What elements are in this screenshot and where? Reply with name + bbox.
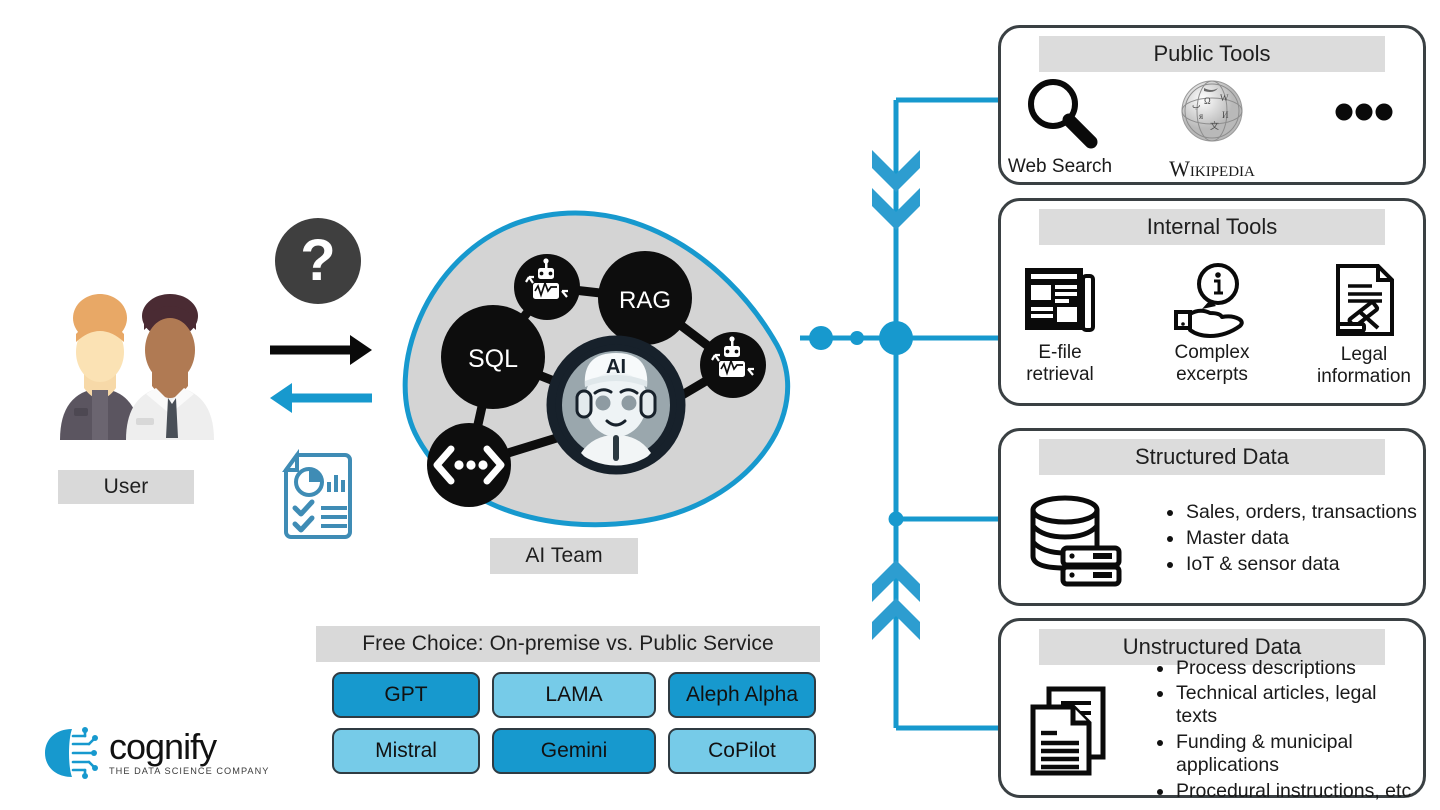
panel-body-structured-data: Sales, orders, transactions Master data Io… bbox=[1001, 483, 1423, 597]
report-document-icon bbox=[282, 448, 352, 539]
wikipedia-globe-icon: ΩWя И文ب bbox=[1174, 74, 1250, 150]
bullet-item: Sales, orders, transactions bbox=[1167, 501, 1417, 524]
tool-e-file-retrieval[interactable]: E-file retrieval bbox=[1001, 262, 1119, 386]
cognify-logo: cognify THE DATA SCIENCE COMPANY bbox=[42, 726, 269, 780]
arrow-left-icon bbox=[270, 383, 372, 413]
tool-web-search[interactable]: Web Search bbox=[1001, 74, 1119, 178]
bullet-item: Process descriptions bbox=[1157, 657, 1423, 680]
svg-text:я: я bbox=[1199, 111, 1203, 121]
ai-team-blob: SQL RAG AI bbox=[402, 210, 790, 528]
panel-body-unstructured-data: Process descriptions Technical articles, … bbox=[1001, 657, 1423, 802]
two-users-avatar bbox=[60, 294, 214, 440]
tool-legal-information[interactable]: Legal information bbox=[1305, 262, 1423, 388]
tool-label: Legal information bbox=[1317, 344, 1411, 387]
svg-text:Ω: Ω bbox=[1204, 96, 1211, 106]
tool-row: Web Search Ω Wя И 文 ب Wikipedia bbox=[1001, 74, 1423, 181]
tool-wikipedia[interactable]: Ω Wя И 文 ب Wikipedia bbox=[1153, 74, 1271, 181]
logo-wordmark: cognify bbox=[109, 726, 217, 768]
flow-arrow-down bbox=[872, 150, 920, 230]
connector-dot-small bbox=[850, 331, 864, 345]
connector-dot-large bbox=[809, 326, 833, 350]
tool-label: E-file retrieval bbox=[1026, 342, 1094, 385]
model-option-gpt[interactable]: GPT bbox=[332, 672, 480, 718]
magnifier-icon bbox=[1022, 74, 1098, 150]
bullet-item: Master data bbox=[1167, 527, 1417, 550]
panel-title-structured-data: Structured Data bbox=[1038, 439, 1386, 475]
panel-title-public-tools: Public Tools bbox=[1038, 36, 1386, 72]
model-option-copilot[interactable]: CoPilot bbox=[668, 728, 816, 774]
data-row: Process descriptions Technical articles, … bbox=[1001, 657, 1423, 806]
model-option-lama[interactable]: LAMA bbox=[492, 672, 656, 718]
svg-text:RAG: RAG bbox=[619, 287, 671, 314]
svg-text:?: ? bbox=[300, 228, 335, 293]
bullet-list: Sales, orders, transactions Master data Io… bbox=[1147, 501, 1417, 578]
svg-text:И: И bbox=[1222, 110, 1229, 120]
model-choice-options: GPT LAMA Aleph Alpha Mistral Gemini CoPilot bbox=[332, 672, 816, 774]
database-server-icon bbox=[1027, 494, 1123, 587]
bullet-item: Technical articles, legal texts bbox=[1157, 682, 1423, 728]
tool-more[interactable] bbox=[1305, 74, 1423, 150]
model-option-aleph-alpha[interactable]: Aleph Alpha bbox=[668, 672, 816, 718]
tool-complex-excerpts[interactable]: Complex excerpts bbox=[1153, 262, 1271, 386]
panel-unstructured-data[interactable]: Unstructured Data Process descriptions Tec… bbox=[998, 618, 1426, 802]
panel-internal-tools[interactable]: Internal Tools E-file retrieval Complex ex… bbox=[998, 198, 1426, 406]
model-choice-header: Free Choice: On-premise vs. Public Servi… bbox=[316, 626, 820, 662]
legal-document-gavel-icon bbox=[1326, 262, 1402, 338]
ai-agent-avatar: AI bbox=[546, 335, 686, 475]
panel-title-internal-tools: Internal Tools bbox=[1038, 209, 1386, 245]
panel-body-public-tools: Web Search Ω Wя И 文 ب Wikipedia bbox=[1001, 79, 1423, 181]
flow-arrow-up bbox=[872, 560, 920, 640]
brain-circuit-icon bbox=[45, 727, 98, 779]
newspaper-icon bbox=[1021, 262, 1099, 336]
bullet-item: Funding & municipal applications bbox=[1157, 731, 1423, 777]
question-mark-icon: ? bbox=[275, 218, 361, 304]
panel-public-tools[interactable]: Public Tools Web Search Ω Wя И 文 ب Wikipedia bbox=[998, 25, 1426, 185]
model-option-gemini[interactable]: Gemini bbox=[492, 728, 656, 774]
documents-stack-icon bbox=[1027, 685, 1113, 777]
diagram-canvas: User ? SQL RAG AI AI Team Free Choice: O… bbox=[0, 0, 1440, 810]
tool-label: Complex excerpts bbox=[1174, 342, 1250, 385]
arrow-right-icon bbox=[270, 335, 372, 365]
svg-text:AI: AI bbox=[606, 356, 626, 378]
ai-team-label: AI Team bbox=[490, 538, 638, 574]
svg-text:W: W bbox=[1220, 93, 1229, 103]
data-row: Sales, orders, transactions Master data Io… bbox=[1001, 494, 1423, 587]
bullet-list: Process descriptions Technical articles, … bbox=[1137, 657, 1423, 806]
connector-dot-structured bbox=[888, 511, 904, 527]
logo-tagline: THE DATA SCIENCE COMPANY bbox=[109, 765, 270, 776]
user-label: User bbox=[58, 470, 194, 504]
model-option-mistral[interactable]: Mistral bbox=[332, 728, 480, 774]
tool-label: Web Search bbox=[1007, 156, 1113, 178]
panel-body-internal-tools: E-file retrieval Complex excerpts Legal in… bbox=[1001, 253, 1423, 397]
tool-row: E-file retrieval Complex excerpts Legal in… bbox=[1001, 262, 1423, 388]
bullet-item: IoT & sensor data bbox=[1167, 553, 1417, 576]
bullet-item: Procedural instructions, etc bbox=[1157, 780, 1423, 803]
svg-text:ب: ب bbox=[1192, 100, 1200, 110]
tool-label: Wikipedia bbox=[1169, 156, 1255, 182]
ellipsis-icon bbox=[1326, 74, 1402, 150]
panel-structured-data[interactable]: Structured Data Sales, orders, transactio… bbox=[998, 428, 1426, 606]
svg-text:文: 文 bbox=[1210, 120, 1219, 131]
connector-hub bbox=[879, 321, 913, 355]
hand-info-icon bbox=[1170, 262, 1254, 339]
svg-text:SQL: SQL bbox=[468, 345, 518, 373]
